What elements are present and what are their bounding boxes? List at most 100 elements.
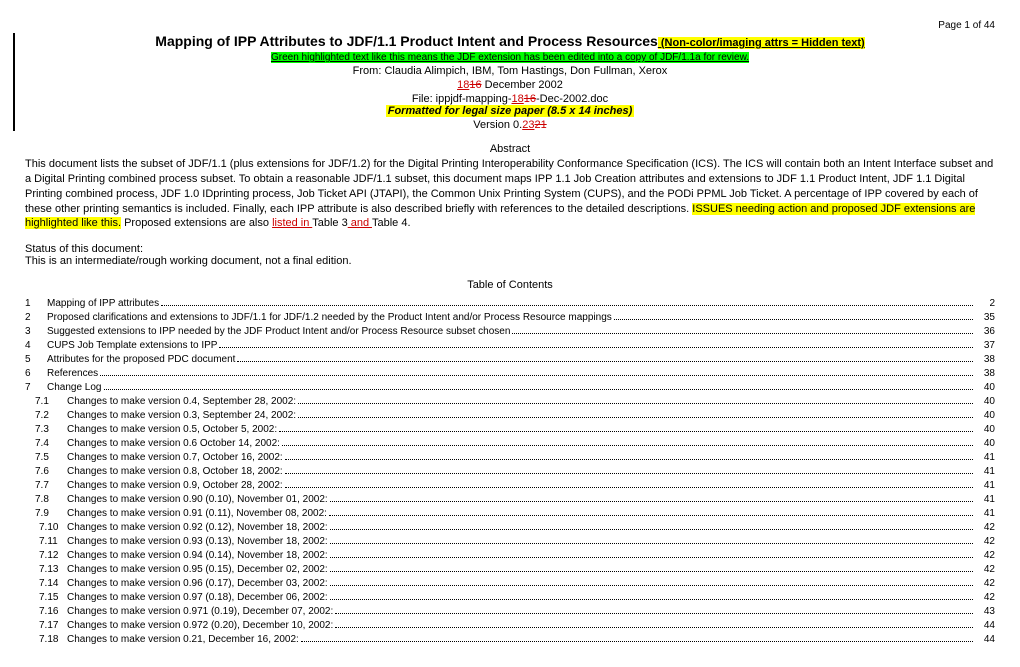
toc-leader	[330, 543, 973, 544]
toc-entry: 7.9Changes to make version 0.91 (0.11), …	[25, 507, 995, 521]
toc-leader	[285, 487, 973, 488]
toc-page: 35	[977, 311, 995, 325]
authors-line: From: Claudia Alimpich, IBM, Tom Hasting…	[25, 65, 995, 77]
toc-number: 7.1	[25, 395, 67, 409]
status-line1: Status of this document:	[25, 243, 995, 255]
toc-page: 42	[977, 549, 995, 563]
toc-page: 36	[977, 325, 995, 339]
toc-leader	[282, 445, 973, 446]
toc-leader	[279, 431, 973, 432]
toc-number: 7.4	[25, 437, 67, 451]
toc-label: Attributes for the proposed PDC document	[47, 353, 235, 367]
toc-entry: 7.6Changes to make version 0.8, October …	[25, 465, 995, 479]
toc-page: 42	[977, 535, 995, 549]
toc-number: 7.7	[25, 479, 67, 493]
toc-number: 7.13	[25, 563, 67, 577]
toc-page: 43	[977, 605, 995, 619]
toc-entry: 7.18Changes to make version 0.21, Decemb…	[25, 633, 995, 647]
toc-label: Changes to make version 0.92 (0.12), Nov…	[67, 521, 328, 535]
toc-header: Table of Contents	[25, 279, 995, 291]
toc-entry: 3Suggested extensions to IPP needed by t…	[25, 325, 995, 339]
toc-label: Changes to make version 0.95 (0.15), Dec…	[67, 563, 328, 577]
toc-label: Changes to make version 0.972 (0.20), De…	[67, 619, 333, 633]
toc-label: Changes to make version 0.9, October 28,…	[67, 479, 283, 493]
toc-entry: 7.14Changes to make version 0.96 (0.17),…	[25, 577, 995, 591]
toc-entry: 2Proposed clarifications and extensions …	[25, 311, 995, 325]
title-block: Mapping of IPP Attributes to JDF/1.1 Pro…	[13, 33, 995, 131]
toc-number: 7.2	[25, 409, 67, 423]
toc-number: 7.3	[25, 423, 67, 437]
format-note: Formatted for legal size paper (8.5 x 14…	[386, 105, 635, 117]
toc-label: Changes to make version 0.94 (0.14), Nov…	[67, 549, 328, 563]
toc-label: Proposed clarifications and extensions t…	[47, 311, 612, 325]
toc-leader	[219, 347, 973, 348]
toc-label: Changes to make version 0.971 (0.19), De…	[67, 605, 333, 619]
toc-number: 7.6	[25, 465, 67, 479]
table-of-contents: 1Mapping of IPP attributes22Proposed cla…	[25, 297, 995, 647]
toc-entry: 1Mapping of IPP attributes2	[25, 297, 995, 311]
toc-entry: 7.4Changes to make version 0.6 October 1…	[25, 437, 995, 451]
toc-leader	[237, 361, 973, 362]
toc-label: Suggested extensions to IPP needed by th…	[47, 325, 510, 339]
toc-label: Changes to make version 0.4, September 2…	[67, 395, 296, 409]
toc-number: 1	[25, 297, 47, 311]
toc-entry: 5Attributes for the proposed PDC documen…	[25, 353, 995, 367]
toc-leader	[335, 627, 973, 628]
toc-label: Changes to make version 0.8, October 18,…	[67, 465, 283, 479]
status-line2: This is an intermediate/rough working do…	[25, 255, 995, 267]
date-line: 1816 December 2002	[25, 79, 995, 91]
toc-entry: 7.17Changes to make version 0.972 (0.20)…	[25, 619, 995, 633]
toc-leader	[330, 585, 973, 586]
toc-entry: 7.1Changes to make version 0.4, Septembe…	[25, 395, 995, 409]
toc-entry: 7.16Changes to make version 0.971 (0.19)…	[25, 605, 995, 619]
toc-page: 42	[977, 563, 995, 577]
toc-label: Changes to make version 0.6 October 14, …	[67, 437, 280, 451]
toc-entry: 6References38	[25, 367, 995, 381]
toc-entry: 4CUPS Job Template extensions to IPP 37	[25, 339, 995, 353]
page-number: Page 1 of 44	[25, 20, 995, 31]
toc-number: 2	[25, 311, 47, 325]
toc-leader	[298, 403, 973, 404]
toc-leader	[330, 599, 973, 600]
toc-entry: 7.11Changes to make version 0.93 (0.13),…	[25, 535, 995, 549]
toc-number: 7.11	[25, 535, 67, 549]
toc-entry: 7Change Log40	[25, 381, 995, 395]
toc-label: Changes to make version 0.91 (0.11), Nov…	[67, 507, 327, 521]
toc-page: 2	[977, 297, 995, 311]
file-line: File: ippjdf-mapping-1816-Dec-2002.doc	[25, 93, 995, 105]
toc-leader	[285, 459, 973, 460]
toc-page: 41	[977, 451, 995, 465]
toc-page: 41	[977, 493, 995, 507]
toc-leader	[330, 571, 973, 572]
toc-number: 7.17	[25, 619, 67, 633]
toc-page: 38	[977, 367, 995, 381]
toc-entry: 7.3Changes to make version 0.5, October …	[25, 423, 995, 437]
toc-number: 7.5	[25, 451, 67, 465]
toc-page: 41	[977, 479, 995, 493]
toc-entry: 7.7Changes to make version 0.9, October …	[25, 479, 995, 493]
toc-number: 7.8	[25, 493, 67, 507]
toc-label: Changes to make version 0.90 (0.10), Nov…	[67, 493, 328, 507]
toc-page: 40	[977, 423, 995, 437]
toc-number: 7.10	[25, 521, 67, 535]
toc-page: 37	[977, 339, 995, 353]
green-highlight-note: Green highlighted text like this means t…	[271, 52, 749, 63]
toc-label: Changes to make version 0.96 (0.17), Dec…	[67, 577, 328, 591]
title-suffix: (Non-color/imaging attrs = Hidden text)	[658, 37, 865, 49]
document-title: Mapping of IPP Attributes to JDF/1.1 Pro…	[155, 33, 658, 49]
toc-label: Changes to make version 0.93 (0.13), Nov…	[67, 535, 328, 549]
toc-leader	[335, 613, 973, 614]
toc-number: 7.15	[25, 591, 67, 605]
toc-leader	[512, 333, 973, 334]
toc-entry: 7.2Changes to make version 0.3, Septembe…	[25, 409, 995, 423]
toc-leader	[100, 375, 973, 376]
toc-number: 5	[25, 353, 47, 367]
toc-number: 4	[25, 339, 47, 353]
toc-number: 7.16	[25, 605, 67, 619]
toc-label: CUPS Job Template extensions to IPP	[47, 339, 217, 353]
toc-label: Changes to make version 0.7, October 16,…	[67, 451, 283, 465]
toc-entry: 7.10Changes to make version 0.92 (0.12),…	[25, 521, 995, 535]
toc-leader	[330, 529, 973, 530]
toc-page: 44	[977, 619, 995, 633]
toc-leader	[330, 501, 973, 502]
